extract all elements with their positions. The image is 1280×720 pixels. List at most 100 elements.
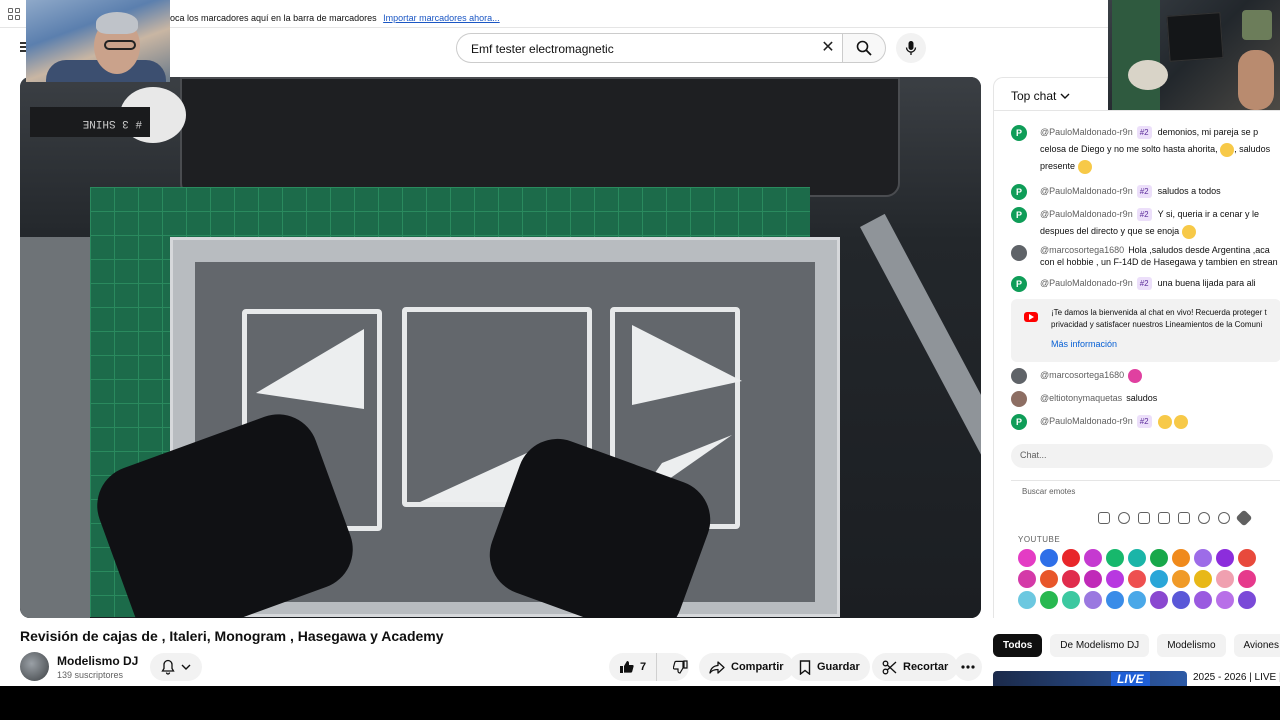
chat-text: presente bbox=[1040, 161, 1076, 171]
chat-message: @eltiotonymaquetas saludos bbox=[1011, 390, 1280, 407]
emote-icon[interactable] bbox=[1062, 549, 1080, 567]
chat-message: P @PauloMaldonado-r9n #2 saludos a todos bbox=[1011, 183, 1280, 200]
youtube-page: oca los marcadores aquí en la barra de m… bbox=[0, 0, 1280, 686]
emote-icon[interactable] bbox=[1172, 591, 1190, 609]
chip-aviones[interactable]: Aviones de bbox=[1233, 634, 1280, 657]
thumbs-up-icon bbox=[620, 661, 634, 673]
chat-author: @PauloMaldonado-r9n bbox=[1040, 127, 1133, 137]
more-actions-button[interactable] bbox=[954, 653, 982, 681]
chat-message-list[interactable]: P @PauloMaldonado-r9n #2 demonios, mi pare… bbox=[994, 111, 1280, 435]
chat-author: @marcosortega1680 bbox=[1040, 370, 1125, 380]
video-title: Revisión de cajas de , Italeri, Monogram… bbox=[20, 628, 444, 644]
emote-icon[interactable] bbox=[1150, 591, 1168, 609]
welcome-line: ¡Te damos la bienvenida al chat en vivo!… bbox=[1051, 308, 1267, 317]
like-count: 7 bbox=[640, 661, 647, 673]
youtube-category-icon[interactable] bbox=[1098, 512, 1110, 524]
youtube-logo-icon bbox=[1024, 312, 1038, 322]
chat-message: P @PauloMaldonado-r9n #2 Y si, queria ir a… bbox=[1011, 206, 1280, 223]
bottom-black-bar bbox=[0, 686, 1280, 720]
emote-icon[interactable] bbox=[1238, 591, 1256, 609]
emote-icon[interactable] bbox=[1018, 591, 1036, 609]
chip-all[interactable]: Todos bbox=[993, 634, 1043, 657]
emote-icon[interactable] bbox=[1216, 549, 1234, 567]
chat-message-continuation: despues del directo y que se enoja bbox=[1011, 223, 1280, 240]
emote-icon[interactable] bbox=[1128, 549, 1146, 567]
chat-avatar: P bbox=[1011, 414, 1027, 430]
emote-icon[interactable] bbox=[1084, 570, 1102, 588]
emote-icon[interactable] bbox=[1172, 549, 1190, 567]
more-info-link[interactable]: Más información bbox=[1051, 339, 1117, 349]
emote-icon[interactable] bbox=[1172, 570, 1190, 588]
emote-icon[interactable] bbox=[1216, 570, 1234, 588]
chat-message: P @PauloMaldonado-r9n #2 bbox=[1011, 413, 1280, 430]
activities-category-icon[interactable] bbox=[1198, 512, 1210, 524]
emote-icon[interactable] bbox=[1018, 549, 1036, 567]
like-dislike-group: 7 bbox=[609, 653, 689, 681]
webcam-overlay-right bbox=[1108, 0, 1280, 110]
clip-button[interactable]: Recortar bbox=[872, 653, 959, 681]
smiley-category-icon[interactable] bbox=[1118, 512, 1130, 524]
hand-emoji-icon bbox=[1077, 159, 1092, 174]
grinning-emoji-icon bbox=[1181, 224, 1196, 239]
chip-modelismo[interactable]: Modelismo bbox=[1157, 634, 1226, 657]
emote-icon[interactable] bbox=[1194, 570, 1212, 588]
chip-channel[interactable]: De Modelismo DJ bbox=[1050, 634, 1150, 657]
emote-icon[interactable] bbox=[1238, 570, 1256, 588]
chat-text: , saludos bbox=[1234, 144, 1271, 154]
emote-icon[interactable] bbox=[1106, 549, 1124, 567]
emote-icon[interactable] bbox=[1040, 549, 1058, 567]
chat-input[interactable]: Chat... bbox=[1011, 444, 1273, 468]
bookmarks-hint: oca los marcadores aquí en la barra de m… bbox=[170, 13, 377, 23]
symbols-category-icon[interactable] bbox=[1235, 509, 1253, 527]
emote-icon[interactable] bbox=[1216, 591, 1234, 609]
import-bookmarks-link[interactable]: Importar marcadores ahora... bbox=[383, 13, 500, 23]
travel-category-icon[interactable] bbox=[1178, 512, 1190, 524]
apps-grid-icon[interactable] bbox=[8, 8, 20, 20]
emote-icon[interactable] bbox=[1018, 570, 1036, 588]
channel-avatar[interactable] bbox=[20, 652, 49, 681]
emote-icon[interactable] bbox=[1128, 570, 1146, 588]
voice-search-button[interactable] bbox=[896, 33, 926, 63]
emote-icon[interactable] bbox=[1128, 591, 1146, 609]
emote-icon[interactable] bbox=[1194, 591, 1212, 609]
emote-icon[interactable] bbox=[1040, 591, 1058, 609]
wave-emote-icon bbox=[1128, 368, 1143, 383]
emote-icon[interactable] bbox=[1150, 549, 1168, 567]
member-badge: #2 bbox=[1136, 185, 1152, 198]
channel-name[interactable]: Modelismo DJ bbox=[57, 654, 138, 668]
save-label: Guardar bbox=[817, 661, 860, 673]
objects-category-icon[interactable] bbox=[1218, 512, 1230, 524]
emote-grid bbox=[1018, 549, 1258, 609]
chat-message: @marcosortega1680 bbox=[1011, 367, 1280, 384]
emote-icon[interactable] bbox=[1040, 570, 1058, 588]
search-input[interactable]: Emf tester electromagnetic bbox=[456, 33, 842, 63]
like-button[interactable]: 7 bbox=[609, 653, 658, 681]
grinning-emoji-icon bbox=[1220, 142, 1235, 157]
emote-icon[interactable] bbox=[1194, 549, 1212, 567]
emote-search-input[interactable]: Buscar emotes bbox=[1011, 480, 1280, 504]
dislike-button[interactable] bbox=[663, 653, 698, 681]
emote-icon[interactable] bbox=[1062, 591, 1080, 609]
emote-icon[interactable] bbox=[1238, 549, 1256, 567]
recommended-video-thumbnail[interactable]: LIVE bbox=[993, 671, 1187, 686]
emote-icon[interactable] bbox=[1084, 591, 1102, 609]
share-button[interactable]: Compartir bbox=[699, 653, 794, 681]
emote-icon[interactable] bbox=[1106, 591, 1124, 609]
recommended-video-title[interactable]: 2025 - 2026 | LIVE | bbox=[1193, 672, 1280, 683]
nature-category-icon[interactable] bbox=[1138, 512, 1150, 524]
emote-icon[interactable] bbox=[1150, 570, 1168, 588]
chat-avatar: P bbox=[1011, 184, 1027, 200]
top-chat-dropdown[interactable]: Top chat bbox=[1011, 89, 1070, 103]
emote-icon[interactable] bbox=[1084, 549, 1102, 567]
video-player[interactable]: # 3 SHINE bbox=[20, 77, 981, 618]
chat-text: demonios, mi pareja se p bbox=[1157, 127, 1259, 137]
search-button[interactable] bbox=[842, 33, 886, 63]
chat-input-row: Chat... bbox=[994, 440, 1280, 472]
more-horizontal-icon bbox=[961, 665, 975, 669]
emote-icon[interactable] bbox=[1062, 570, 1080, 588]
emote-icon[interactable] bbox=[1106, 570, 1124, 588]
clear-search-icon[interactable]: ✕ bbox=[818, 39, 838, 57]
notifications-button[interactable] bbox=[150, 653, 202, 681]
save-button[interactable]: Guardar bbox=[789, 653, 870, 681]
food-category-icon[interactable] bbox=[1158, 512, 1170, 524]
